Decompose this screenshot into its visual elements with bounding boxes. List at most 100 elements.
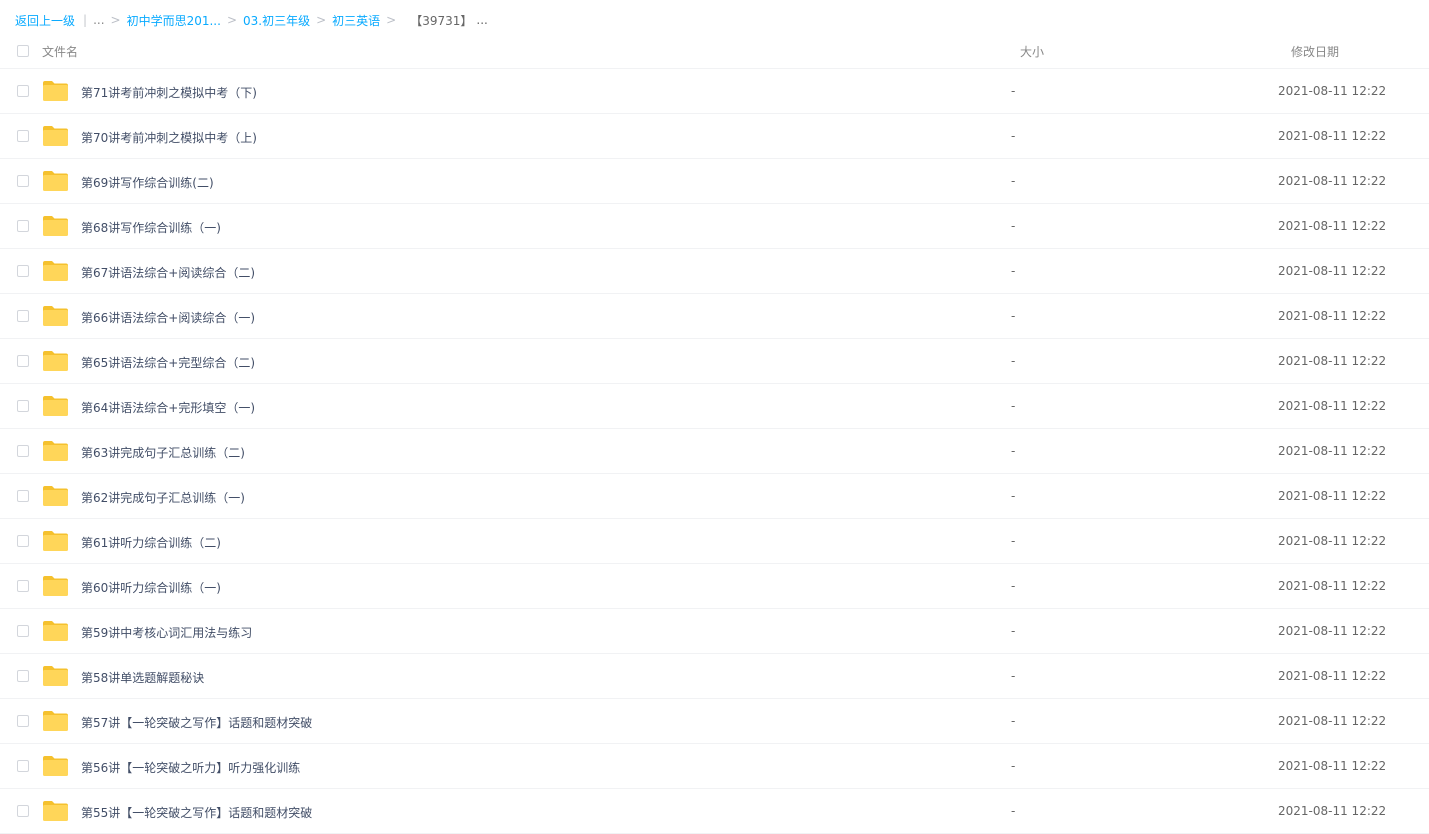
row-checkbox[interactable]	[17, 175, 29, 187]
breadcrumb-ellipsis[interactable]: ...	[93, 13, 104, 27]
file-row[interactable]: 第64讲语法综合+完形填空（一) - 2021-08-11 12:22	[0, 384, 1429, 429]
file-row[interactable]: 第67讲语法综合+阅读综合（二) - 2021-08-11 12:22	[0, 249, 1429, 294]
file-row[interactable]: 第66讲语法综合+阅读综合（一) - 2021-08-11 12:22	[0, 294, 1429, 339]
file-size: -	[1011, 309, 1016, 323]
file-name[interactable]: 第65讲语法综合+完型综合（二)	[81, 354, 255, 371]
file-size: -	[1011, 174, 1016, 188]
folder-icon[interactable]	[42, 575, 69, 597]
file-size: -	[1011, 84, 1016, 98]
file-row[interactable]: 第65讲语法综合+完型综合（二) - 2021-08-11 12:22	[0, 339, 1429, 384]
folder-icon[interactable]	[42, 755, 69, 777]
row-checkbox[interactable]	[17, 490, 29, 502]
row-checkbox[interactable]	[17, 310, 29, 322]
breadcrumb-separator-icon: >	[316, 13, 327, 27]
breadcrumb: 返回上一级 | ... > 初中学而思201... > 03.初三年级 > 初三…	[15, 11, 488, 29]
file-name[interactable]: 第59讲中考核心词汇用法与练习	[81, 624, 252, 641]
file-date: 2021-08-11 12:22	[1278, 804, 1387, 818]
row-checkbox[interactable]	[17, 445, 29, 457]
file-name[interactable]: 第71讲考前冲刺之模拟中考（下)	[81, 84, 257, 101]
row-checkbox[interactable]	[17, 220, 29, 232]
breadcrumb-item[interactable]: 初三英语	[332, 12, 380, 29]
file-size: -	[1011, 534, 1016, 548]
folder-icon[interactable]	[42, 395, 69, 417]
file-name[interactable]: 第57讲【一轮突破之写作】话题和题材突破	[81, 714, 312, 731]
file-size: -	[1011, 444, 1016, 458]
folder-icon[interactable]	[42, 260, 69, 282]
file-row[interactable]: 第58讲单选题解题秘诀 - 2021-08-11 12:22	[0, 654, 1429, 699]
file-name[interactable]: 第62讲完成句子汇总训练（一)	[81, 489, 245, 506]
row-checkbox[interactable]	[17, 760, 29, 772]
breadcrumb-divider: |	[83, 13, 88, 27]
folder-icon[interactable]	[42, 170, 69, 192]
folder-icon[interactable]	[42, 350, 69, 372]
column-header-date[interactable]: 修改日期	[1291, 43, 1339, 60]
folder-icon[interactable]	[42, 665, 69, 687]
file-name[interactable]: 第66讲语法综合+阅读综合（一)	[81, 309, 255, 326]
file-date: 2021-08-11 12:22	[1278, 444, 1387, 458]
file-size: -	[1011, 624, 1016, 638]
file-name[interactable]: 第60讲听力综合训练（一)	[81, 579, 221, 596]
folder-icon[interactable]	[42, 125, 69, 147]
file-name[interactable]: 第67讲语法综合+阅读综合（二)	[81, 264, 255, 281]
file-row[interactable]: 第60讲听力综合训练（一) - 2021-08-11 12:22	[0, 564, 1429, 609]
file-date: 2021-08-11 12:22	[1278, 759, 1387, 773]
file-row[interactable]: 第56讲【一轮突破之听力】听力强化训练 - 2021-08-11 12:22	[0, 744, 1429, 789]
file-row[interactable]: 第68讲写作综合训练（一) - 2021-08-11 12:22	[0, 204, 1429, 249]
select-all-checkbox[interactable]	[17, 45, 29, 57]
folder-icon[interactable]	[42, 305, 69, 327]
row-checkbox[interactable]	[17, 535, 29, 547]
file-date: 2021-08-11 12:22	[1278, 309, 1387, 323]
column-header-size[interactable]: 大小	[1020, 43, 1044, 60]
file-row[interactable]: 第71讲考前冲刺之模拟中考（下) - 2021-08-11 12:22	[0, 69, 1429, 114]
file-row[interactable]: 第55讲【一轮突破之写作】话题和题材突破 - 2021-08-11 12:22	[0, 789, 1429, 834]
back-link[interactable]: 返回上一级	[15, 12, 75, 29]
file-row[interactable]: 第70讲考前冲刺之模拟中考（上) - 2021-08-11 12:22	[0, 114, 1429, 159]
file-name[interactable]: 第55讲【一轮突破之写作】话题和题材突破	[81, 804, 312, 821]
file-size: -	[1011, 129, 1016, 143]
file-name[interactable]: 第56讲【一轮突破之听力】听力强化训练	[81, 759, 300, 776]
file-date: 2021-08-11 12:22	[1278, 264, 1387, 278]
row-checkbox[interactable]	[17, 670, 29, 682]
folder-icon[interactable]	[42, 530, 69, 552]
folder-icon[interactable]	[42, 215, 69, 237]
file-row[interactable]: 第59讲中考核心词汇用法与练习 - 2021-08-11 12:22	[0, 609, 1429, 654]
breadcrumb-item[interactable]: 初中学而思201...	[127, 12, 221, 29]
file-row[interactable]: 第69讲写作综合训练(二) - 2021-08-11 12:22	[0, 159, 1429, 204]
file-row[interactable]: 第63讲完成句子汇总训练（二) - 2021-08-11 12:22	[0, 429, 1429, 474]
row-checkbox[interactable]	[17, 715, 29, 727]
row-checkbox[interactable]	[17, 400, 29, 412]
breadcrumb-separator-icon: >	[226, 13, 237, 27]
file-name[interactable]: 第64讲语法综合+完形填空（一)	[81, 399, 255, 416]
file-size: -	[1011, 354, 1016, 368]
breadcrumb-separator-icon: >	[386, 13, 397, 27]
folder-icon[interactable]	[42, 710, 69, 732]
file-name[interactable]: 第63讲完成句子汇总训练（二)	[81, 444, 245, 461]
file-date: 2021-08-11 12:22	[1278, 219, 1387, 233]
file-size: -	[1011, 714, 1016, 728]
row-checkbox[interactable]	[17, 580, 29, 592]
row-checkbox[interactable]	[17, 355, 29, 367]
file-list: 第71讲考前冲刺之模拟中考（下) - 2021-08-11 12:22 第70讲考前冲…	[0, 69, 1429, 834]
row-checkbox[interactable]	[17, 265, 29, 277]
file-size: -	[1011, 579, 1016, 593]
row-checkbox[interactable]	[17, 805, 29, 817]
file-name[interactable]: 第69讲写作综合训练(二)	[81, 174, 214, 191]
folder-icon[interactable]	[42, 485, 69, 507]
row-checkbox[interactable]	[17, 85, 29, 97]
folder-icon[interactable]	[42, 620, 69, 642]
folder-icon[interactable]	[42, 80, 69, 102]
column-header-name[interactable]: 文件名	[42, 43, 78, 60]
row-checkbox[interactable]	[17, 130, 29, 142]
file-row[interactable]: 第61讲听力综合训练（二) - 2021-08-11 12:22	[0, 519, 1429, 564]
breadcrumb-separator-icon: >	[110, 13, 121, 27]
folder-icon[interactable]	[42, 440, 69, 462]
file-name[interactable]: 第58讲单选题解题秘诀	[81, 669, 204, 686]
file-name[interactable]: 第61讲听力综合训练（二)	[81, 534, 221, 551]
folder-icon[interactable]	[42, 800, 69, 822]
row-checkbox[interactable]	[17, 625, 29, 637]
file-row[interactable]: 第62讲完成句子汇总训练（一) - 2021-08-11 12:22	[0, 474, 1429, 519]
file-row[interactable]: 第57讲【一轮突破之写作】话题和题材突破 - 2021-08-11 12:22	[0, 699, 1429, 744]
file-name[interactable]: 第70讲考前冲刺之模拟中考（上)	[81, 129, 257, 146]
breadcrumb-item[interactable]: 03.初三年级	[243, 12, 310, 29]
file-name[interactable]: 第68讲写作综合训练（一)	[81, 219, 221, 236]
